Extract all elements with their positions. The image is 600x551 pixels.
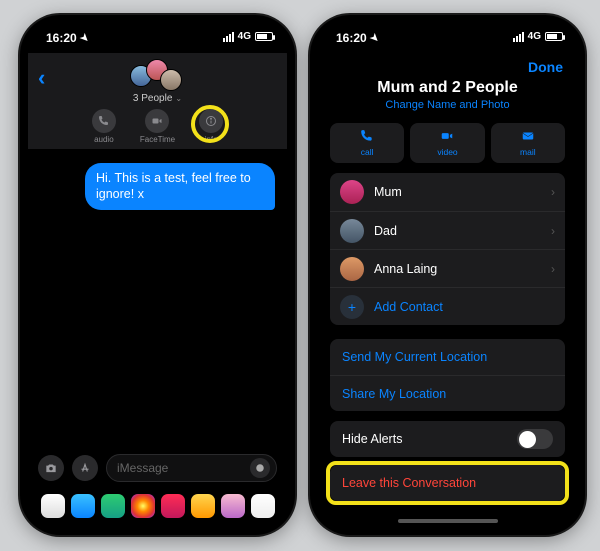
avatar xyxy=(340,180,364,204)
dock-app-music[interactable] xyxy=(251,494,275,518)
dock-app-store[interactable] xyxy=(71,494,95,518)
hide-alerts-toggle[interactable] xyxy=(517,429,553,449)
facetime-button[interactable]: FaceTime xyxy=(140,109,175,144)
location-arrow-icon: ➤ xyxy=(77,31,91,45)
mail-button[interactable]: mail xyxy=(491,123,565,163)
participant-name: Dad xyxy=(374,224,551,238)
video-button[interactable]: video xyxy=(410,123,484,163)
dictation-button[interactable] xyxy=(250,458,270,478)
change-name-photo-link[interactable]: Change Name and Photo xyxy=(318,99,577,111)
audio-button[interactable]: audio xyxy=(92,109,116,144)
participant-row[interactable]: Mum › xyxy=(330,173,565,211)
chevron-right-icon: › xyxy=(551,185,555,199)
dock-app-3[interactable] xyxy=(101,494,125,518)
participants-list: Mum › Dad › Anna Laing › + Add Contact xyxy=(330,173,565,325)
home-indicator[interactable] xyxy=(398,519,498,523)
send-location-row[interactable]: Send My Current Location xyxy=(330,339,565,375)
group-name-label: 3 People xyxy=(133,93,172,104)
phone-details: 16:20➤ 4G Done Mum and 2 People Change N… xyxy=(310,15,585,535)
avatar xyxy=(340,257,364,281)
notch xyxy=(98,23,218,45)
hide-alerts-label: Hide Alerts xyxy=(342,432,402,446)
tutorial-highlight-info xyxy=(191,105,229,143)
location-list: Send My Current Location Share My Locati… xyxy=(330,339,565,411)
status-time: 16:20 xyxy=(336,31,367,45)
signal-icon xyxy=(223,32,234,42)
plus-icon: + xyxy=(340,295,364,319)
participant-row[interactable]: Dad › xyxy=(330,211,565,249)
conversation-header: ‹ 3 People ⌄ audio xyxy=(28,53,287,149)
message-input[interactable]: iMessage xyxy=(106,454,277,482)
back-button[interactable]: ‹ xyxy=(38,65,45,91)
mail-icon xyxy=(521,129,535,146)
dock-app-5[interactable] xyxy=(161,494,185,518)
battery-icon xyxy=(545,32,563,41)
chevron-down-icon: ⌄ xyxy=(175,94,182,103)
dock-app-4[interactable] xyxy=(131,494,155,518)
phone-icon xyxy=(360,129,374,146)
notch xyxy=(388,23,508,45)
sent-message-bubble[interactable]: Hi. This is a test, feel free to ignore!… xyxy=(85,163,275,210)
dock-app-photos[interactable] xyxy=(41,494,65,518)
call-button[interactable]: call xyxy=(330,123,404,163)
group-avatar-cluster[interactable] xyxy=(130,59,186,91)
message-text: Hi. This is a test, feel free to ignore!… xyxy=(96,171,251,201)
status-time: 16:20 xyxy=(46,31,77,45)
done-button[interactable]: Done xyxy=(528,59,563,75)
video-icon xyxy=(440,129,454,146)
location-arrow-icon: ➤ xyxy=(367,31,381,45)
battery-icon xyxy=(255,32,273,41)
add-contact-label: Add Contact xyxy=(374,300,555,314)
chevron-right-icon: › xyxy=(551,224,555,238)
signal-icon xyxy=(513,32,524,42)
participant-name: Anna Laing xyxy=(374,262,551,276)
avatar xyxy=(340,219,364,243)
add-contact-row[interactable]: + Add Contact xyxy=(330,287,565,325)
details-title: Mum and 2 People xyxy=(318,79,577,97)
participant-row[interactable]: Anna Laing › xyxy=(330,249,565,287)
message-placeholder: iMessage xyxy=(117,461,168,475)
participant-name: Mum xyxy=(374,185,551,199)
video-icon xyxy=(145,109,169,133)
tutorial-highlight-leave xyxy=(326,461,569,505)
hide-alerts-row: Hide Alerts xyxy=(330,421,565,457)
imessage-app-dock xyxy=(28,489,287,523)
dock-app-memoji[interactable] xyxy=(191,494,215,518)
network-label: 4G xyxy=(528,31,541,42)
phone-icon xyxy=(92,109,116,133)
chevron-right-icon: › xyxy=(551,262,555,276)
alerts-list: Hide Alerts xyxy=(330,421,565,457)
app-store-button[interactable] xyxy=(72,455,98,481)
dock-app-7[interactable] xyxy=(221,494,245,518)
camera-button[interactable] xyxy=(38,455,64,481)
group-name[interactable]: 3 People ⌄ xyxy=(133,93,182,104)
share-location-row[interactable]: Share My Location xyxy=(330,375,565,411)
network-label: 4G xyxy=(238,31,251,42)
phone-messages: 16:20➤ 4G ‹ 3 People ⌄ xyxy=(20,15,295,535)
